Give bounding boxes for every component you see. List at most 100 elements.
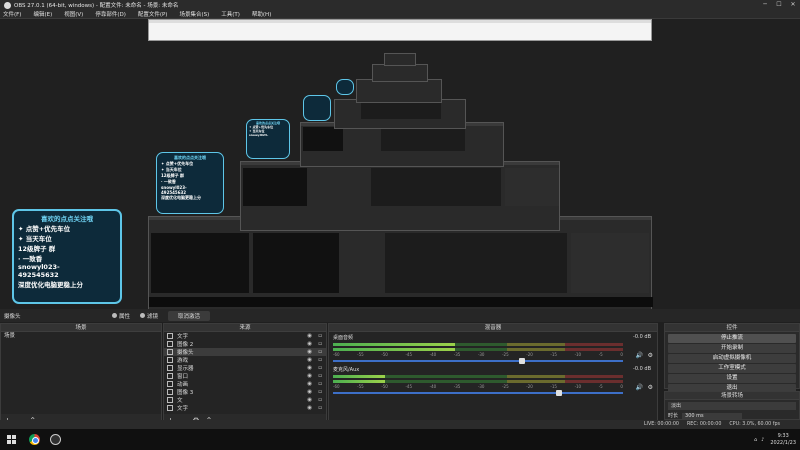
eye-icon[interactable]: ◉ — [307, 349, 312, 355]
source-item[interactable]: 动画 ◉ ▫ — [164, 380, 326, 388]
nested-capture — [334, 99, 466, 129]
menu-view[interactable]: 视图(V) — [64, 10, 83, 18]
mixer-channel: 麦克风/Aux -0.0 dB -60 -55 -50 -45 -40 -35 -30 -25… — [329, 364, 657, 396]
source-item[interactable]: 摄像头 ◉ ▫ — [164, 348, 326, 356]
menu-help[interactable]: 帮助(H) — [252, 10, 271, 18]
filters-button[interactable]: 滤镜 — [140, 312, 158, 320]
eye-icon[interactable]: ◉ — [307, 397, 312, 403]
volume-icon[interactable]: ♪ — [761, 437, 764, 443]
menu-profile[interactable]: 配置文件(P) — [138, 10, 168, 18]
cpu-status: CPU: 3.0%, 60.00 fps — [729, 422, 780, 427]
mixer-channel: 桌面音频 -0.0 dB -60 -55 -50 -45 -40 -35 -30 -25 -20… — [329, 332, 657, 364]
transitions-header: 场景转场 — [665, 392, 799, 400]
lock-icon[interactable]: ▫ — [318, 381, 322, 387]
game-source-icon — [167, 357, 173, 363]
lock-icon[interactable]: ▫ — [318, 341, 322, 347]
lock-icon[interactable]: ▫ — [318, 373, 322, 379]
transition-select[interactable]: 淡出 — [668, 402, 796, 410]
menu-docks[interactable]: 停靠部件(D) — [95, 10, 126, 18]
lock-icon[interactable]: ▫ — [318, 365, 322, 371]
lock-icon[interactable]: ▫ — [318, 333, 322, 339]
status-bar: LIVE: 00:00:00 REC: 00:00:00 CPU: 3.0%, … — [0, 420, 800, 429]
menu-scene-collection[interactable]: 场景集合(S) — [179, 10, 209, 18]
eye-icon[interactable]: ◉ — [307, 333, 312, 339]
window-controls: ─ ☐ ✕ — [758, 0, 800, 10]
selected-source-label: 摄像头 — [4, 313, 21, 320]
window-source-icon — [167, 373, 173, 379]
meter-level — [333, 380, 386, 383]
properties-button[interactable]: 属性 — [112, 312, 130, 320]
volume-slider[interactable] — [333, 358, 623, 364]
preview-canvas[interactable]: 喜欢的点点关注哦 ✦ 点赞+优先车位 ✦ 当天车位 12级牌子 群 · 一致香 … — [0, 19, 800, 309]
taskbar-chrome[interactable] — [25, 431, 43, 449]
speaker-icon[interactable]: 🔊 — [636, 384, 643, 391]
start-button[interactable] — [0, 435, 22, 444]
taskbar-obs[interactable] — [46, 431, 64, 449]
eye-icon[interactable]: ◉ — [307, 405, 312, 411]
meter-level — [333, 343, 455, 346]
eye-icon[interactable]: ◉ — [307, 341, 312, 347]
meter-scale: -60 -55 -50 -45 -40 -35 -30 -25 -20 -15 -10 -5 0 — [333, 352, 623, 357]
text-source-icon — [167, 405, 173, 411]
rec-status: REC: 00:00:00 — [686, 422, 722, 427]
eye-icon[interactable]: ◉ — [307, 357, 312, 363]
deactivate-button[interactable]: 取消激活 — [168, 310, 211, 321]
clock-time: 9:33 — [777, 432, 789, 439]
transitions-dock: 场景转场 淡出 时长 300 ms — [664, 391, 800, 420]
source-item[interactable]: 图像 3 ◉ ▫ — [164, 388, 326, 396]
source-item[interactable]: 文 ◉ ▫ — [164, 396, 326, 404]
channel-db: -0.0 dB — [633, 334, 651, 340]
maximize-icon[interactable]: ☐ — [772, 0, 786, 10]
eye-icon[interactable]: ◉ — [307, 381, 312, 387]
sources-dock: 来源 文字 ◉ ▫ 图像 2 ◉ ▫ 摄像头 ◉ ▫ 游戏 ◉ ▫ 显示器 ◉ ▫ 窗口 ◉ ▫ 动画 ◉… — [163, 323, 327, 427]
sources-header: 来源 — [164, 324, 326, 332]
source-item[interactable]: 图像 2 ◉ ▫ — [164, 340, 326, 348]
gear-icon[interactable]: ⚙ — [648, 352, 653, 359]
overlay-heading: 喜欢的点点关注哦 — [41, 215, 93, 223]
lock-icon[interactable]: ▫ — [318, 397, 322, 403]
speaker-icon[interactable]: 🔊 — [636, 352, 643, 359]
source-item[interactable]: 窗口 ◉ ▫ — [164, 372, 326, 380]
gear-icon[interactable]: ⚙ — [648, 384, 653, 391]
obs-logo-icon — [4, 1, 11, 9]
title-bar: OBS 27.0.1 (64-bit, windows) - 配置文件: 未命名… — [0, 0, 800, 10]
lock-icon[interactable]: ▫ — [318, 357, 322, 363]
menu-edit[interactable]: 编辑(E) — [33, 10, 52, 18]
lock-icon[interactable]: ▫ — [318, 389, 322, 395]
meter-level — [333, 348, 455, 351]
source-item[interactable]: 文字 ◉ ▫ — [164, 404, 326, 412]
volume-slider[interactable] — [333, 390, 623, 396]
minimize-icon[interactable]: ─ — [758, 0, 772, 10]
volume-meter — [333, 375, 623, 378]
overlay-line: ✦ 当天车位 — [18, 235, 52, 243]
close-icon[interactable]: ✕ — [786, 0, 800, 10]
source-item[interactable]: 文字 ◉ ▫ — [164, 332, 326, 340]
window-title: OBS 27.0.1 (64-bit, windows) - 配置文件: 未命名… — [14, 3, 179, 9]
stop-streaming-button[interactable]: 停止推流 — [668, 334, 796, 343]
duration-input[interactable]: 300 ms — [682, 412, 743, 419]
menu-file[interactable]: 文件(F) — [3, 10, 21, 18]
start-recording-button[interactable]: 开始录制 — [668, 344, 796, 353]
source-item[interactable]: 显示器 ◉ ▫ — [164, 364, 326, 372]
menu-tools[interactable]: 工具(T) — [221, 10, 240, 18]
studio-mode-button[interactable]: 工作室模式 — [668, 364, 796, 373]
nested-capture — [356, 79, 442, 103]
eye-icon[interactable]: ◉ — [307, 373, 312, 379]
eye-icon[interactable]: ◉ — [307, 389, 312, 395]
scene-item[interactable]: 场景 — [1, 332, 161, 340]
lock-icon[interactable]: ▫ — [318, 405, 322, 411]
overlay-line: 12级牌子 群 — [18, 245, 56, 253]
clock[interactable]: 9:33 2022/1/23 — [770, 433, 796, 447]
nested-capture — [372, 64, 428, 82]
volume-slider-knob[interactable] — [556, 390, 563, 396]
overlay-bubble — [303, 95, 331, 121]
lock-icon[interactable]: ▫ — [318, 349, 322, 355]
settings-button[interactable]: 设置 — [668, 374, 796, 383]
duration-row: 时长 300 ms — [668, 412, 796, 419]
source-item[interactable]: 游戏 ◉ ▫ — [164, 356, 326, 364]
taskbar: ⌂ ♪ 9:33 2022/1/23 — [0, 429, 800, 450]
network-icon[interactable]: ⌂ — [754, 437, 757, 443]
overlay-line: ✦ 点赞+优先车位 — [18, 225, 71, 233]
eye-icon[interactable]: ◉ — [307, 365, 312, 371]
virtual-camera-button[interactable]: 启动虚拟摄像机 — [668, 354, 796, 363]
